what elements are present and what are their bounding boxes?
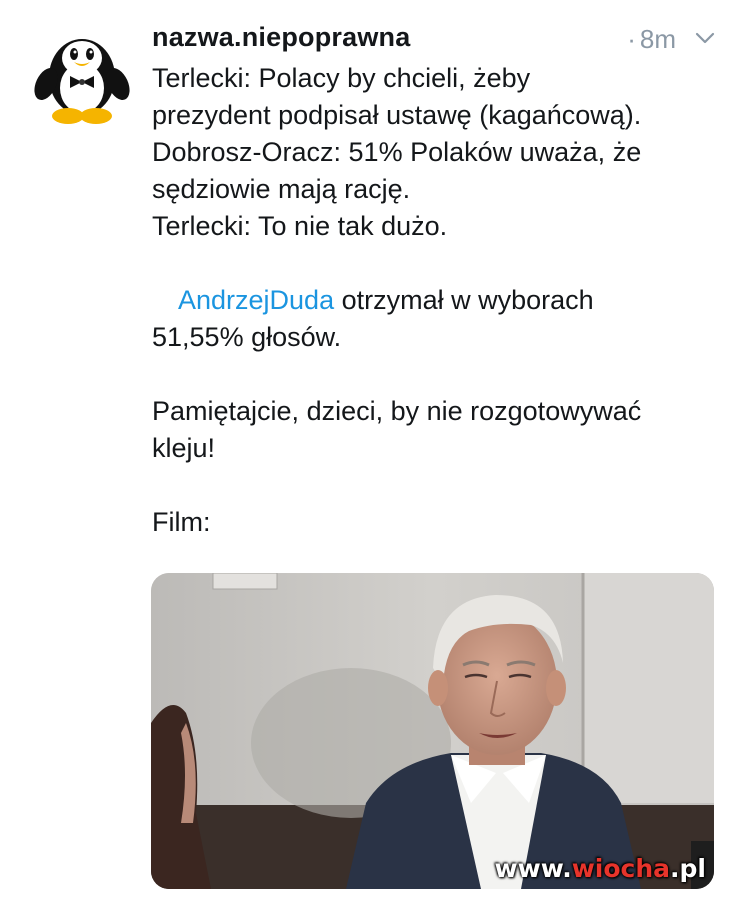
avatar-left-eye — [70, 48, 78, 60]
right-ear — [546, 670, 566, 706]
tweet-line-5: Terlecki: To nie tak dużo. — [152, 211, 448, 241]
video-frame — [151, 573, 714, 889]
avatar-face — [62, 41, 102, 75]
mention-rest: otrzymał w wyborach — [334, 285, 594, 315]
time-value: 8m — [639, 24, 676, 54]
tweet-line-1: Terlecki: Polacy by chcieli, żeby — [152, 63, 531, 93]
mention-line: AndrzejDuda otrzymał w wyborach — [152, 282, 732, 319]
vote-result-line: 51,55% głosów. — [152, 322, 342, 352]
avatar-left-eye-shine — [73, 50, 77, 54]
penguin-avatar[interactable] — [34, 22, 130, 126]
tweet-line-2: prezydent podpisał ustawę (kagańcową). — [152, 100, 642, 130]
avatar-bowtie-knot — [79, 79, 85, 85]
time-dot: · — [627, 24, 636, 54]
light-switch — [212, 573, 278, 590]
watermark-accent: wiocha — [571, 854, 671, 883]
tweet: nazwa.niepoprawna · 8m Terlecki: Polacy b… — [0, 0, 746, 900]
closing-line-1: Pamiętajcie, dzieci, by nie rozgotowywać — [152, 396, 642, 426]
video-thumbnail[interactable]: www.wiocha.pl — [151, 573, 714, 889]
username[interactable]: nazwa.niepoprawna — [152, 22, 410, 53]
avatar-right-foot — [80, 108, 112, 124]
chevron-down-icon[interactable] — [694, 30, 716, 46]
mention-link[interactable]: AndrzejDuda — [178, 285, 334, 315]
left-ear — [428, 670, 448, 706]
watermark: www.wiocha.pl — [495, 854, 706, 883]
avatar-right-eye — [86, 48, 94, 60]
timestamp[interactable]: · 8m — [627, 24, 676, 55]
tweet-line-4: sędziowie mają rację. — [152, 174, 411, 204]
closing-line-2: kleju! — [152, 433, 216, 463]
avatar-left-foot — [52, 108, 84, 124]
watermark-prefix: www. — [494, 854, 572, 883]
watermark-suffix: .pl — [670, 854, 706, 883]
tweet-line-3: Dobrosz-Oracz: 51% Polaków uważa, że — [152, 137, 642, 167]
door-frame — [583, 573, 714, 803]
avatar-right-eye-shine — [89, 50, 93, 54]
film-label: Film: — [152, 507, 211, 537]
tweet-text: Terlecki: Polacy by chcieli, żeby prezyd… — [152, 60, 732, 541]
tweet-header: nazwa.niepoprawna · 8m — [152, 22, 722, 58]
